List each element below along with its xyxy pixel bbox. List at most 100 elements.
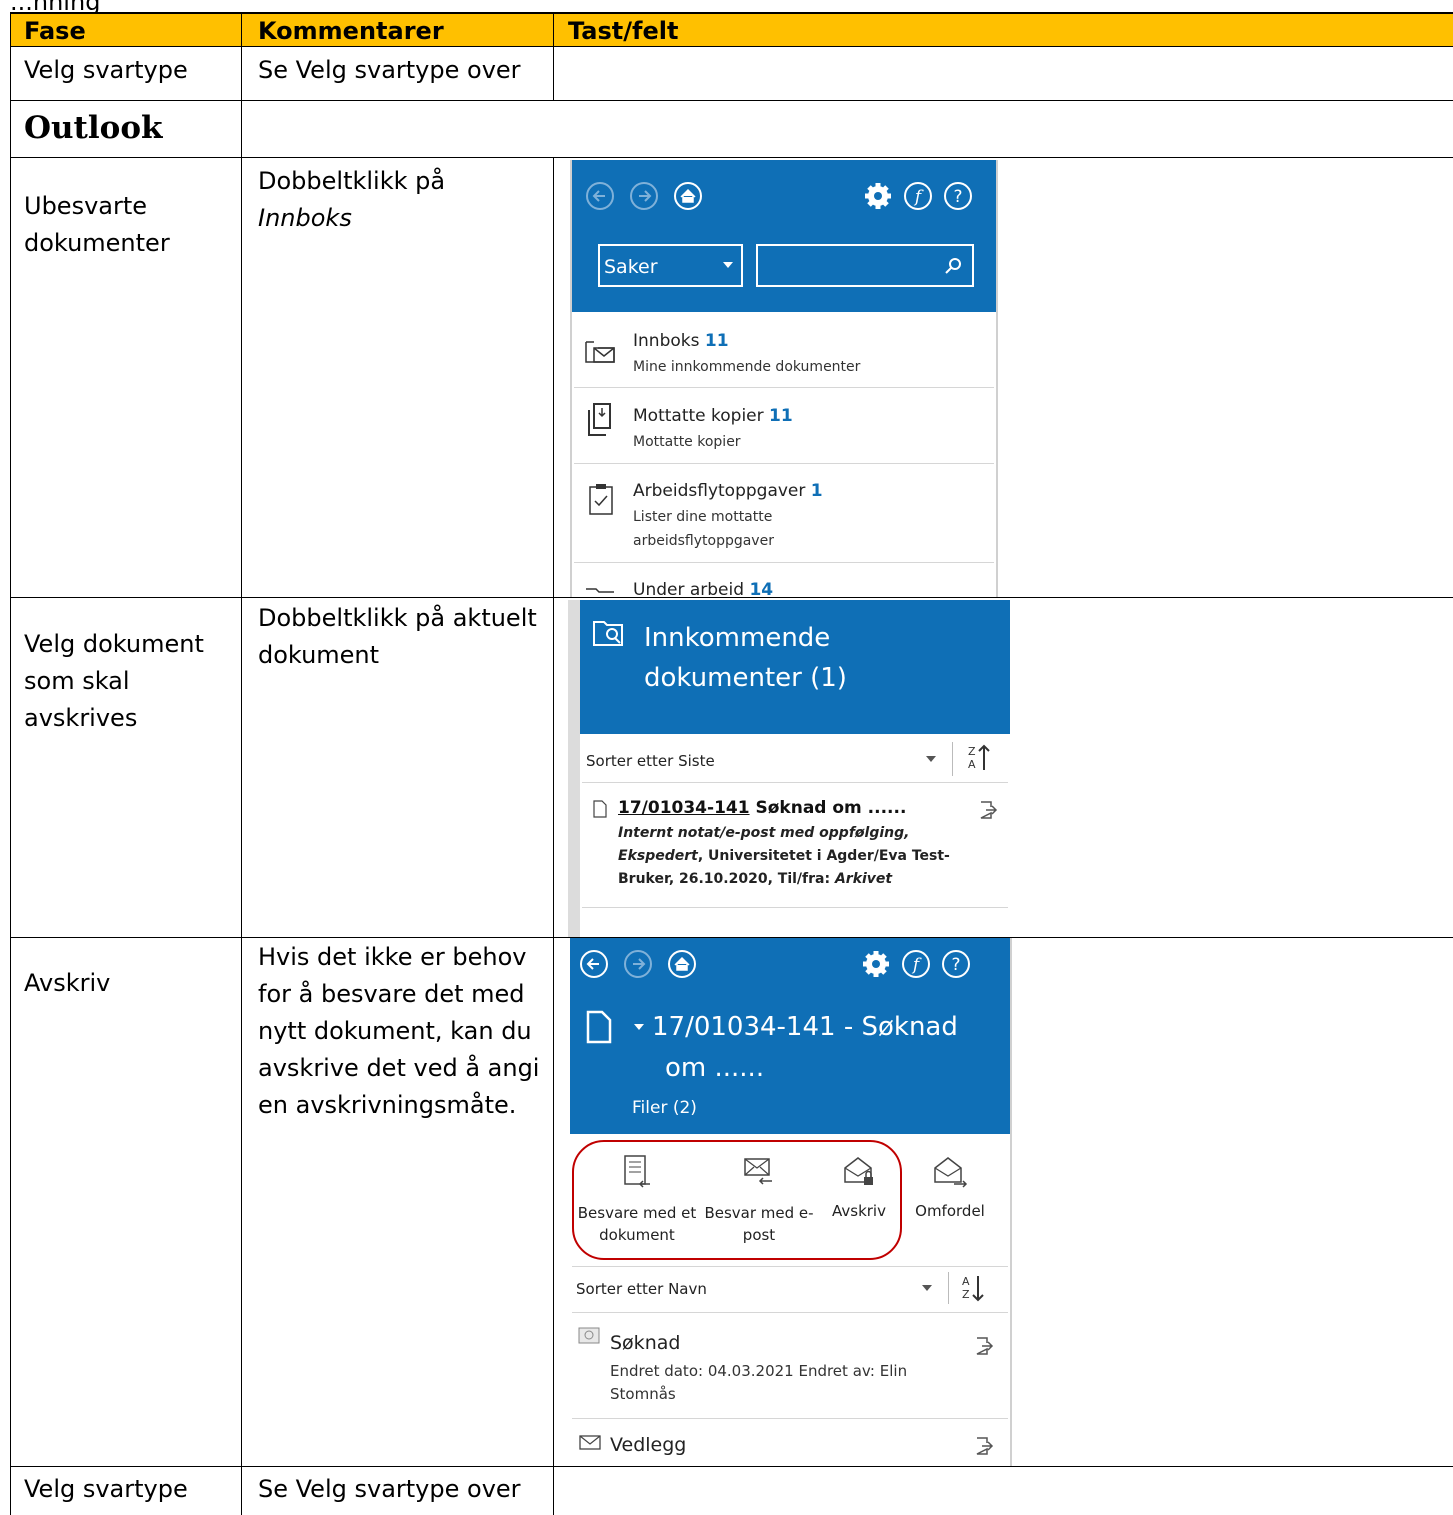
dropdown-value: Saker — [604, 256, 658, 278]
back-icon[interactable] — [578, 948, 610, 980]
header-fase: Fase — [24, 17, 86, 45]
item-subtitle: Mottatte kopier — [633, 434, 741, 450]
cell-line: som skal — [24, 667, 130, 695]
item-title: Innboks 11 — [633, 331, 729, 351]
item-count: 11 — [704, 331, 729, 351]
item-title-text: Under arbeid — [633, 580, 745, 597]
document-title-text: Søknad om ...... — [755, 798, 907, 818]
document-number-link[interactable]: 17/01034-141 — [618, 798, 750, 818]
separator — [572, 1418, 1008, 1419]
help-icon[interactable]: ? — [942, 180, 974, 212]
svg-text:A: A — [968, 758, 976, 771]
table-column-divider — [553, 157, 554, 1515]
document-title-line2: om ...... — [665, 1053, 765, 1083]
cell-line: Velg dokument — [24, 630, 204, 658]
open-external-icon[interactable] — [978, 800, 998, 820]
gear-icon[interactable] — [860, 948, 892, 980]
chevron-down-icon[interactable] — [926, 756, 936, 762]
svg-text:Z: Z — [968, 745, 976, 758]
gear-icon[interactable] — [862, 180, 894, 212]
function-icon[interactable]: f — [900, 948, 932, 980]
cell-line: avskrives — [24, 704, 138, 732]
section-heading-outlook: Outlook — [24, 110, 163, 146]
item-title-text: Mottatte kopier — [633, 406, 764, 426]
sort-label[interactable]: Sorter etter Navn — [576, 1280, 707, 1298]
cell-fase: Velg svartype — [24, 56, 188, 84]
open-external-icon[interactable] — [974, 1436, 994, 1456]
separator — [574, 562, 994, 563]
action-label: Besvar med e- post — [698, 1202, 820, 1246]
cell-line: Dobbeltklikk på aktuelt — [258, 604, 537, 632]
document-recipient: Arkivet — [834, 871, 893, 887]
cell-line-italic: Innboks — [258, 204, 352, 232]
cell-kommentar: Hvis det ikke er behov for å besvare det… — [258, 939, 539, 1124]
document-icon — [593, 800, 607, 818]
document-title: 17/01034-141 - Søknad — [652, 1012, 958, 1042]
sort-az-icon[interactable]: A Z — [954, 1270, 990, 1306]
table-column-divider — [553, 13, 554, 101]
forward-icon[interactable] — [628, 180, 660, 212]
function-icon[interactable]: f — [902, 180, 934, 212]
document-status: Ekspedert — [618, 848, 698, 864]
chevron-down-icon[interactable] — [922, 1285, 932, 1291]
svg-text:f: f — [911, 955, 922, 975]
table-border-top — [10, 12, 1453, 14]
document-meta-text: , Universitetet i Agder/Eva Test- — [697, 848, 950, 864]
divider — [952, 742, 953, 776]
envelope-lock-icon — [844, 1157, 873, 1185]
document-icon — [586, 1010, 612, 1044]
action-label: Omfordel — [915, 1202, 985, 1220]
sort-za-icon[interactable]: Z A — [960, 740, 994, 776]
item-title: Arbeidsflytoppgaver 1 — [633, 481, 823, 501]
panel-title: Innkommende dokumenter (1) — [644, 618, 847, 698]
panel-header: f ? 17/01034-141 - Søknad om ...... File… — [570, 938, 1010, 1134]
forward-icon[interactable] — [622, 948, 654, 980]
item-subtitle: arbeidsflytoppgaver — [633, 533, 774, 549]
document-meta: Internt notat/e-post med oppfølging, Eks… — [618, 822, 950, 891]
separator — [574, 387, 994, 388]
home-icon[interactable] — [666, 948, 698, 980]
item-subtitle: Lister dine mottatte — [633, 509, 773, 525]
document-meta-line: Bruker, 26.10.2020, Til/fra: Arkivet — [618, 868, 950, 891]
folder-icon — [586, 588, 614, 593]
sort-label[interactable]: Sorter etter Siste — [586, 752, 715, 770]
header-kommentarer: Kommentarer — [258, 17, 444, 45]
action-label-line: Besvare med et — [577, 1204, 697, 1222]
separator — [572, 1312, 1008, 1313]
cell-kommentar: Se Velg svartype over — [258, 1475, 521, 1503]
files-count[interactable]: Filer (2) — [632, 1098, 697, 1118]
email-icon — [579, 1435, 601, 1450]
copies-icon — [588, 403, 611, 436]
back-icon[interactable] — [584, 180, 616, 212]
separator — [582, 782, 1008, 783]
cell-line: Ubesvarte — [24, 192, 148, 220]
type-dropdown[interactable]: Saker — [598, 244, 743, 287]
cell-line: nytt dokument, kan du — [258, 1017, 532, 1045]
file-meta-line: Endret dato: 04.03.2021 Endret av: Elin — [610, 1362, 908, 1380]
cell-line: dokumenter — [24, 229, 170, 257]
file-meta: Endret dato: 04.03.2021 Endret av: Elin … — [610, 1360, 907, 1406]
action-label-line: post — [742, 1226, 776, 1244]
document-meta-line: Ekspedert, Universitetet i Agder/Eva Tes… — [618, 845, 950, 868]
inbox-icon — [585, 341, 615, 363]
item-title-text: Innboks — [633, 331, 700, 351]
chevron-down-icon — [723, 262, 733, 268]
open-external-icon[interactable] — [974, 1336, 994, 1356]
help-icon[interactable]: ? — [940, 948, 972, 980]
cell-line: avskrive det ved å angi — [258, 1054, 540, 1082]
separator — [574, 463, 994, 464]
search-input[interactable] — [756, 244, 974, 287]
document-title: 17/01034-141 Søknad om ...... — [618, 798, 906, 818]
table-column-divider — [241, 13, 242, 1515]
item-title: Mottatte kopier 11 — [633, 406, 793, 426]
table-header — [10, 13, 1453, 47]
item-subtitle: Mine innkommende dokumenter — [633, 359, 861, 375]
action-label-line: dokument — [599, 1226, 675, 1244]
email-reply-icon — [744, 1158, 772, 1185]
screenshot-panel-document: f ? 17/01034-141 - Søknad om ...... File… — [570, 938, 1012, 1466]
cell-kommentar: Dobbeltklikk på Innboks — [258, 163, 445, 237]
chevron-down-icon[interactable] — [634, 1024, 644, 1030]
file-attachment-icon — [578, 1327, 600, 1344]
home-icon[interactable] — [672, 180, 704, 212]
svg-text:A: A — [962, 1275, 970, 1288]
